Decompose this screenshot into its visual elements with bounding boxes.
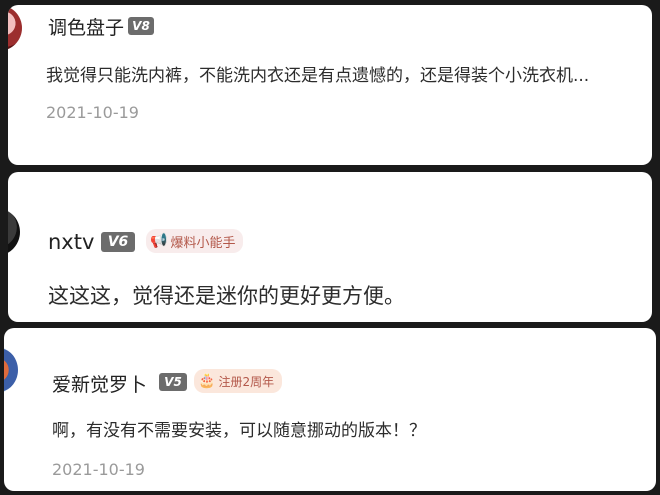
avatar[interactable] [8, 208, 20, 256]
cake-icon: 🎂 [198, 373, 216, 389]
megaphone-icon: 📢 [150, 233, 168, 249]
comment-date: 2021-10-19 [46, 103, 139, 122]
level-badge: V8 [128, 17, 154, 35]
comment-text: 啊，有没有不需要安装，可以随意挪动的版本！？ [52, 421, 426, 441]
avatar[interactable] [4, 346, 18, 394]
avatar[interactable] [8, 5, 22, 51]
comment-text: 这这这，觉得还是迷你的更好更方便。 [48, 284, 405, 308]
comment-card: 调色盘子 V8 我觉得只能洗内裤，不能洗内衣还是有点遗憾的，还是得装个小洗衣机.… [8, 5, 652, 165]
badge-label: 爆料小能手 [170, 235, 236, 251]
username[interactable]: 调色盘子 [48, 13, 124, 40]
badge-label: 注册2周年 [218, 374, 275, 389]
comment-card: nxtv V6 📢 爆料小能手 这这这，觉得还是迷你的更好更方便。 [8, 172, 652, 322]
comment-card: 爱新觉罗卜 V5 🎂 注册2周年 啊，有没有不需要安装，可以随意挪动的版本！？ … [4, 328, 656, 491]
anniversary-badge: 🎂 注册2周年 [194, 369, 283, 393]
comment-date: 2021-10-19 [52, 460, 145, 479]
level-badge: V5 [159, 373, 187, 391]
achievement-badge: 📢 爆料小能手 [146, 229, 244, 253]
level-badge: V6 [101, 232, 135, 252]
username[interactable]: nxtv [48, 230, 94, 254]
username[interactable]: 爱新觉罗卜 [52, 370, 147, 397]
comment-text: 我觉得只能洗内裤，不能洗内衣还是有点遗憾的，还是得装个小洗衣机... [46, 66, 590, 86]
